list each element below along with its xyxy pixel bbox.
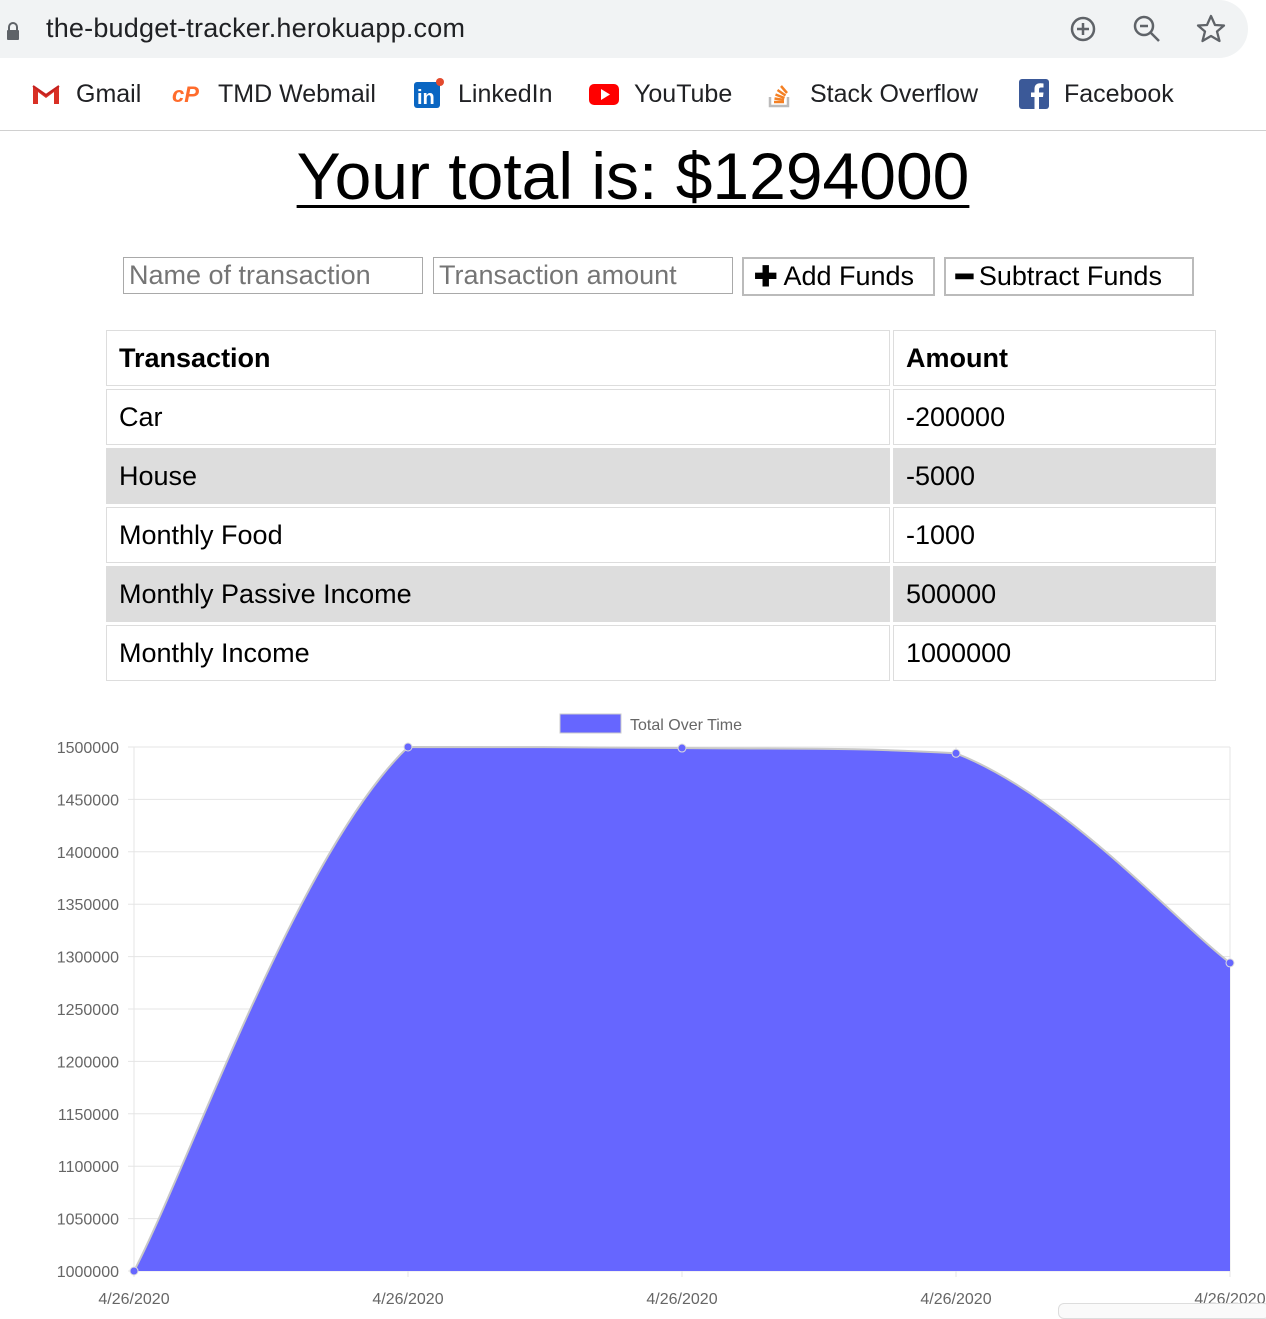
gmail-icon [30, 78, 62, 110]
bookmark-facebook[interactable]: Facebook [1018, 76, 1174, 112]
legend-swatch [559, 713, 622, 734]
table-row: Monthly Food -1000 [106, 507, 1216, 563]
total-over-time-chart: 1500000 1450000 1400000 1350000 1300000 12500… [57, 713, 1266, 1308]
y-tick-label: 1250000 [57, 1002, 119, 1019]
youtube-icon [588, 78, 620, 110]
facebook-icon [1018, 78, 1050, 110]
bookmark-linkedin[interactable]: in LinkedIn [412, 76, 553, 112]
data-point [403, 742, 413, 752]
transactions-table: Transaction Amount Car -200000 House -50… [103, 327, 1219, 684]
transaction-amount: 500000 [893, 566, 1216, 622]
y-tick-label: 1150000 [58, 1107, 119, 1124]
scrollbar-hint [1058, 1303, 1266, 1319]
subtract-funds-button[interactable]: ━ Subtract Funds [944, 257, 1194, 296]
y-tick-label: 1050000 [57, 1212, 119, 1229]
header-transaction: Transaction [106, 330, 890, 386]
transaction-name-input[interactable] [123, 257, 423, 294]
transaction-name: Car [106, 389, 890, 445]
minus-icon: ━ [956, 261, 973, 292]
bookmarks-bar: Gmail cP TMD Webmail in LinkedIn YouTube [0, 58, 1266, 131]
header-amount: Amount [893, 330, 1216, 386]
transaction-name: Monthly Passive Income [106, 566, 890, 622]
transaction-amount: -200000 [893, 389, 1216, 445]
transaction-name: Monthly Food [106, 507, 890, 563]
y-tick-label: 1300000 [57, 950, 119, 967]
stackoverflow-icon [764, 78, 796, 110]
table-row: Monthly Income 1000000 [106, 625, 1216, 681]
y-tick-label: 1000000 [57, 1264, 119, 1281]
bookmark-stack-overflow[interactable]: Stack Overflow [764, 76, 978, 112]
svg-text:in: in [417, 87, 435, 109]
address-bar[interactable]: the-budget-tracker.herokuapp.com [0, 0, 1248, 58]
cpanel-icon: cP [172, 78, 204, 110]
x-tick-label: 4/26/2020 [646, 1291, 717, 1308]
y-tick-label: 1400000 [57, 845, 119, 862]
table-row: Monthly Passive Income 500000 [106, 566, 1216, 622]
table-header-row: Transaction Amount [106, 330, 1216, 386]
install-app-icon[interactable] [1066, 12, 1100, 46]
transaction-name: Monthly Income [106, 625, 890, 681]
linkedin-icon: in [412, 78, 444, 110]
y-tick-label: 1450000 [57, 792, 119, 809]
x-tick-label: 4/26/2020 [372, 1291, 443, 1308]
data-point [951, 748, 961, 758]
transaction-amount: -1000 [893, 507, 1216, 563]
bookmark-star-icon[interactable] [1194, 12, 1228, 46]
data-point [1225, 958, 1235, 968]
url-text[interactable]: the-budget-tracker.herokuapp.com [46, 13, 465, 44]
transaction-amount: -5000 [893, 448, 1216, 504]
x-tick-label: 4/26/2020 [920, 1291, 991, 1308]
series-area [134, 747, 1230, 1271]
transaction-name: House [106, 448, 890, 504]
transaction-amount: 1000000 [893, 625, 1216, 681]
table-row: House -5000 [106, 448, 1216, 504]
y-tick-label: 1350000 [57, 897, 119, 914]
data-point [129, 1266, 139, 1276]
data-point [677, 743, 687, 753]
y-tick-label: 1100000 [58, 1159, 119, 1176]
total-heading: Your total is: $1294000 [296, 139, 970, 213]
plus-icon: ✚ [754, 261, 778, 292]
table-row: Car -200000 [106, 389, 1216, 445]
bookmark-gmail[interactable]: Gmail [30, 76, 141, 112]
zoom-out-icon[interactable] [1130, 12, 1164, 46]
bookmark-tmd-webmail[interactable]: cP TMD Webmail [172, 76, 376, 112]
transaction-amount-input[interactable] [433, 257, 733, 294]
y-tick-label: 1200000 [57, 1054, 119, 1071]
add-funds-button[interactable]: ✚ Add Funds [742, 257, 935, 296]
x-tick-label: 4/26/2020 [98, 1291, 169, 1308]
bookmark-youtube[interactable]: YouTube [588, 76, 732, 112]
lock-icon [7, 22, 19, 40]
y-tick-label: 1500000 [57, 740, 119, 757]
legend-label: Total Over Time [630, 717, 742, 734]
svg-text:cP: cP [172, 82, 199, 106]
